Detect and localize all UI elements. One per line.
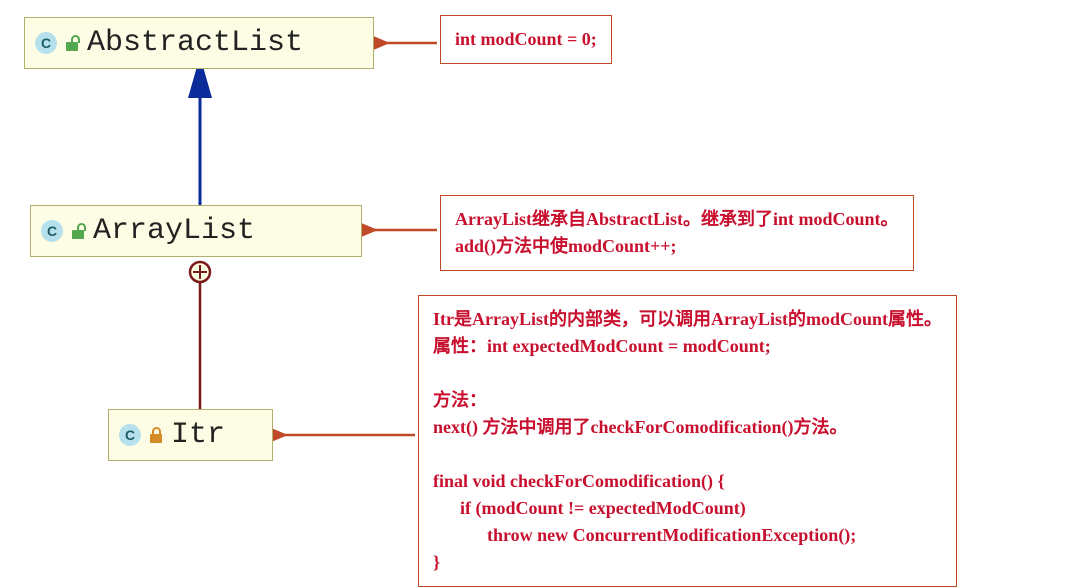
inner-class-marker bbox=[190, 262, 210, 282]
class-name: AbstractList bbox=[87, 26, 303, 60]
note-abstractlist: int modCount = 0; bbox=[440, 15, 612, 64]
class-name: Itr bbox=[171, 418, 225, 452]
note-arraylist: ArrayList继承自AbstractList。继承到了int modCoun… bbox=[440, 195, 914, 271]
class-icon: C bbox=[35, 32, 57, 54]
uml-node-abstractlist: C AbstractList bbox=[24, 17, 374, 69]
unlocked-icon bbox=[71, 224, 85, 239]
uml-node-arraylist: C ArrayList bbox=[30, 205, 362, 257]
locked-icon bbox=[149, 428, 163, 443]
class-name: ArrayList bbox=[93, 214, 255, 248]
class-icon: C bbox=[41, 220, 63, 242]
uml-node-itr: C Itr bbox=[108, 409, 273, 461]
unlocked-icon bbox=[65, 36, 79, 51]
note-itr: Itr是ArrayList的内部类，可以调用ArrayList的modCount… bbox=[418, 295, 957, 587]
diagram-canvas: C AbstractList C ArrayList C Itr int mod… bbox=[0, 0, 1084, 588]
class-icon: C bbox=[119, 424, 141, 446]
